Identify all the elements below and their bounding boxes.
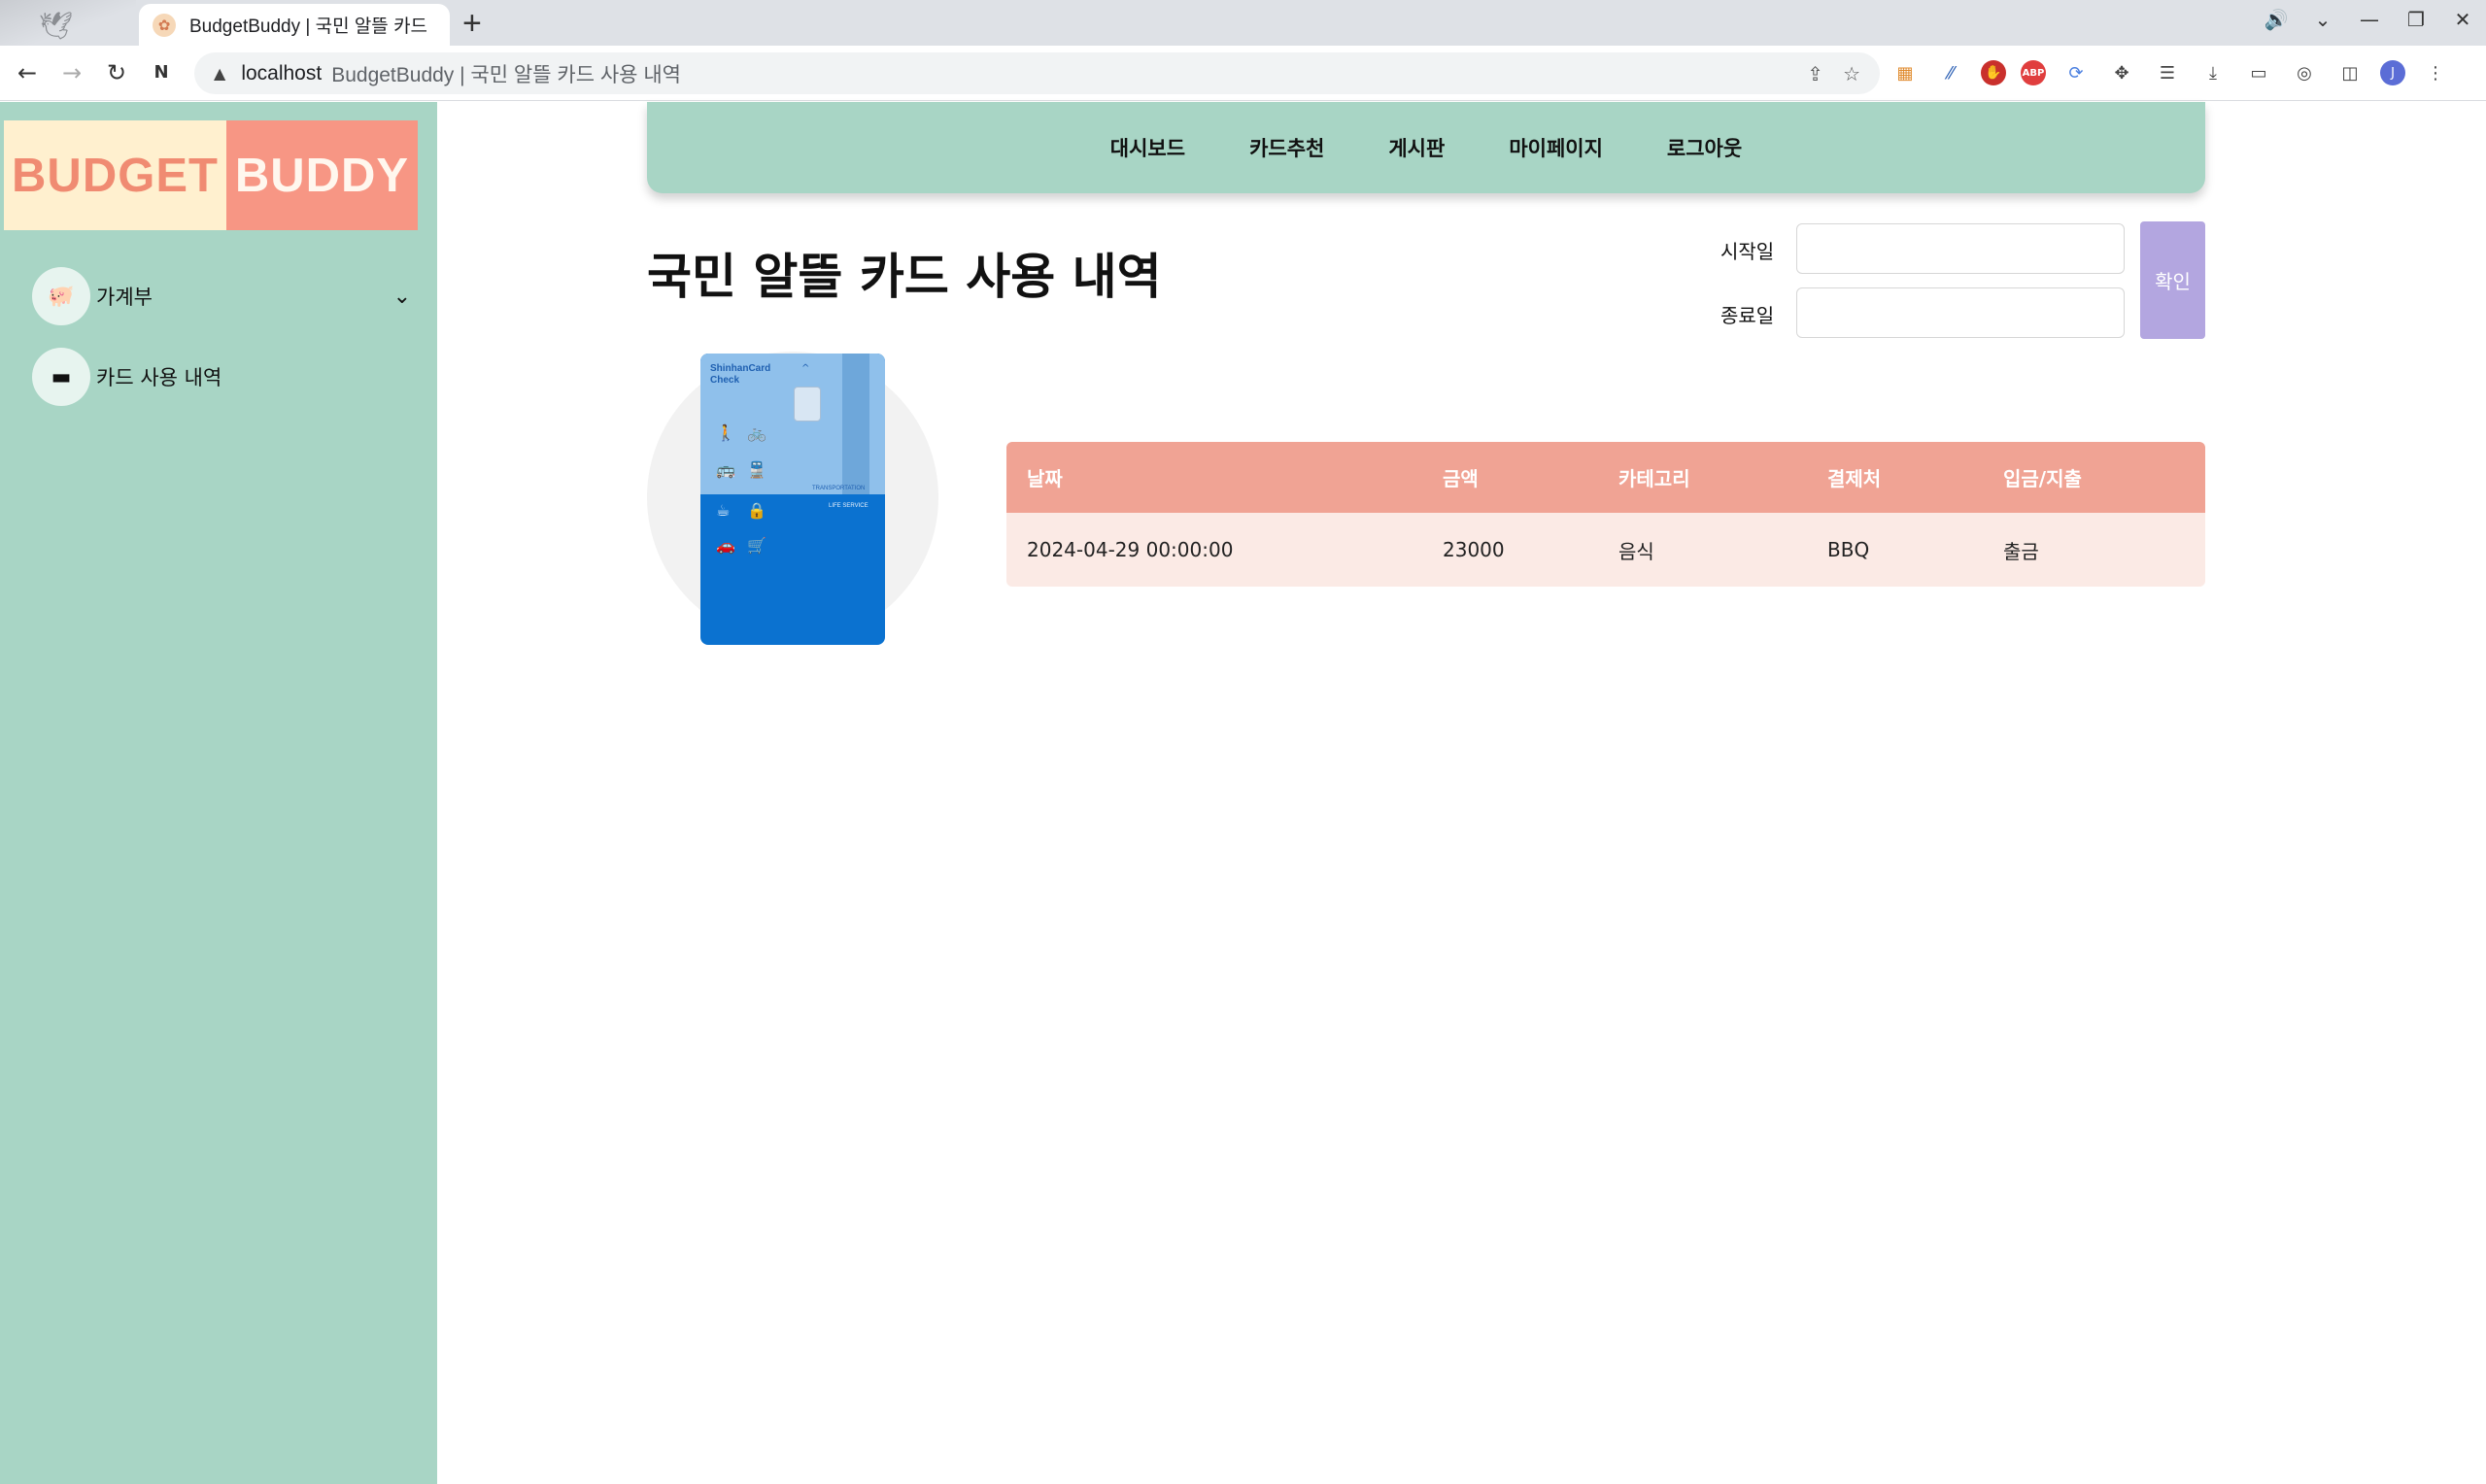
window-controls: 🔊 ⌄ — ❐ ✕ — [2253, 0, 2486, 39]
tab-title: BudgetBuddy | 국민 알뜰 카드 — [189, 17, 428, 37]
screenshot-icon[interactable]: ◎ — [2289, 57, 2320, 88]
bicycle-icon: 🚲 — [747, 423, 766, 442]
sidebar-item-card-history[interactable]: ▬ 카드 사용 내역 — [32, 347, 411, 407]
nav-card-recommend[interactable]: 카드추천 — [1249, 133, 1324, 162]
browser-tab-bar: 🕊 ✿ BudgetBuddy | 국민 알뜰 카드 + 🔊 ⌄ — ❐ ✕ — [0, 0, 2486, 46]
logo-budget-text: BUDGET — [4, 120, 226, 230]
card-brand-line1: ShinhanCard — [710, 363, 771, 374]
card-chip — [794, 387, 821, 422]
walking-icon: 🚶 — [716, 423, 735, 442]
start-date-input[interactable] — [1796, 223, 2125, 274]
nav-dashboard[interactable]: 대시보드 — [1110, 133, 1185, 162]
credit-card-icon: ▬ — [32, 348, 90, 406]
cart-icon: 🛒 — [747, 536, 766, 555]
abp-extension-icon[interactable]: ABP — [2021, 60, 2046, 85]
menu-kebab-icon[interactable]: ⋮ — [2420, 57, 2451, 88]
minimize-icon[interactable]: — — [2346, 8, 2393, 31]
column-header-type: 입금/지출 — [2003, 467, 2082, 490]
sync-extension-icon[interactable]: ⟳ — [2060, 57, 2092, 88]
end-date-input[interactable] — [1796, 287, 2125, 338]
column-header-merchant: 결제처 — [1827, 467, 1882, 490]
budgetbuddy-favicon-icon: ✿ — [153, 13, 176, 37]
column-header-category: 카테고리 — [1618, 467, 1690, 490]
profile-avatar[interactable]: J — [2380, 60, 2405, 85]
address-bar-actions: ⇪ ☆ — [1807, 52, 1860, 94]
speaker-icon[interactable]: 🔊 — [2253, 8, 2299, 31]
logo-buddy-text: BUDDY — [226, 120, 418, 230]
page-title: 국민 알뜰 카드 사용 내역 — [647, 249, 1162, 305]
tab-manager-extension-icon[interactable]: ▦ — [1890, 57, 1921, 88]
car-icon: 🚗 — [716, 536, 735, 555]
end-date-label: 종료일 — [1720, 304, 1775, 327]
address-bar[interactable]: ▲ localhost BudgetBuddy | 국민 알뜰 카드 사용 내역… — [194, 52, 1880, 94]
column-header-date: 날짜 — [1027, 467, 1063, 490]
start-date-label: 시작일 — [1720, 240, 1775, 263]
chevron-down-icon[interactable]: ⌄ — [393, 285, 411, 309]
cell-type: 출금 — [2003, 539, 2039, 563]
url-page-title: BudgetBuddy | 국민 알뜰 카드 사용 내역 — [331, 63, 681, 86]
transactions-table: 날짜 금액 카테고리 결제처 입금/지출 2024-04-29 00:00:00… — [1006, 442, 2205, 587]
table-row: 2024-04-29 00:00:00 23000 음식 BBQ 출금 — [1006, 513, 2205, 587]
bookmark-star-icon[interactable]: ☆ — [1843, 62, 1860, 85]
piggy-bank-icon: 🐖 — [32, 267, 90, 325]
bus-icon: 🚌 — [716, 460, 735, 479]
nav-board[interactable]: 게시판 — [1388, 133, 1445, 162]
card-transport-label: TRANSPORTATION — [812, 486, 866, 491]
train-icon: 🚆 — [747, 460, 766, 479]
card-stripe — [842, 354, 869, 494]
sidebar-item-label: 가계부 — [96, 286, 153, 309]
card-image-container: ShinhanCard Check ^ 🚶 🚲 🚌 🚆 TRANSPORTATI… — [647, 352, 938, 645]
cell-category: 음식 — [1618, 539, 1654, 563]
forward-icon[interactable]: → — [56, 57, 87, 88]
scribe-extension-icon[interactable]: ⁄⁄ — [1935, 57, 1966, 88]
browser-toolbar: ← → ↻ N ▲ localhost BudgetBuddy | 국민 알뜰 … — [0, 46, 2486, 101]
extensions-puzzle-icon[interactable]: ✥ — [2106, 57, 2137, 88]
reading-list-icon[interactable]: ☰ — [2152, 57, 2183, 88]
top-navigation: 대시보드 카드추천 게시판 마이페이지 로그아웃 — [647, 102, 2205, 193]
budgetbuddy-logo[interactable]: BUDGET BUDDY — [4, 120, 418, 230]
credit-card-image: ShinhanCard Check ^ 🚶 🚲 🚌 🚆 TRANSPORTATI… — [700, 354, 885, 645]
download-icon[interactable]: ⤓ — [2197, 57, 2229, 88]
notion-extension-icon[interactable]: N — [146, 57, 177, 88]
lock-icon: 🔒 — [747, 501, 766, 520]
cell-date: 2024-04-29 00:00:00 — [1027, 538, 1234, 561]
back-icon[interactable]: ← — [12, 57, 43, 88]
cup-icon: ☕ — [716, 501, 731, 520]
restore-icon[interactable]: ❐ — [2393, 8, 2439, 31]
card-life-label: LIFE SERVICE — [829, 503, 868, 509]
sidebar-item-label: 카드 사용 내역 — [96, 366, 222, 389]
reload-icon[interactable]: ↻ — [101, 57, 132, 88]
sidebar: BUDGET BUDDY 🐖 가계부 ⌄ ▬ 카드 사용 내역 — [0, 102, 437, 1484]
column-header-amount: 금액 — [1443, 467, 1479, 490]
share-icon[interactable]: ⇪ — [1807, 62, 1823, 85]
url-host: localhost — [241, 61, 323, 84]
adblock-extension-icon[interactable]: ✋ — [1981, 60, 2006, 85]
card-brand-text: ShinhanCard Check — [710, 363, 770, 387]
browser-tab-active[interactable]: ✿ BudgetBuddy | 국민 알뜰 카드 — [139, 4, 450, 46]
cast-icon[interactable]: ▭ — [2243, 57, 2274, 88]
chevron-down-icon[interactable]: ⌄ — [2299, 8, 2346, 31]
site-info-icon[interactable]: ▲ — [214, 64, 225, 83]
bird-icon: 🕊 — [39, 10, 74, 42]
card-brand-line2: Check — [710, 375, 740, 386]
extension-icons: ▦ ⁄⁄ ✋ ABP ⟳ ✥ ☰ ⤓ ▭ ◎ ◫ J ⋮ — [1890, 57, 2451, 88]
confirm-button[interactable]: 확인 — [2140, 221, 2205, 339]
close-icon[interactable]: ✕ — [2439, 8, 2486, 31]
nav-logout[interactable]: 로그아웃 — [1667, 133, 1742, 162]
table-header-row: 날짜 금액 카테고리 결제처 입금/지출 — [1006, 442, 2205, 513]
new-tab-icon[interactable]: + — [462, 6, 482, 41]
card-caret-icon: ^ — [801, 363, 810, 374]
sidebar-item-ledger[interactable]: 🐖 가계부 ⌄ — [32, 266, 411, 326]
cell-merchant: BBQ — [1827, 538, 1870, 561]
side-panel-icon[interactable]: ◫ — [2334, 57, 2366, 88]
nav-mypage[interactable]: 마이페이지 — [1509, 133, 1603, 162]
cell-amount: 23000 — [1443, 538, 1505, 561]
